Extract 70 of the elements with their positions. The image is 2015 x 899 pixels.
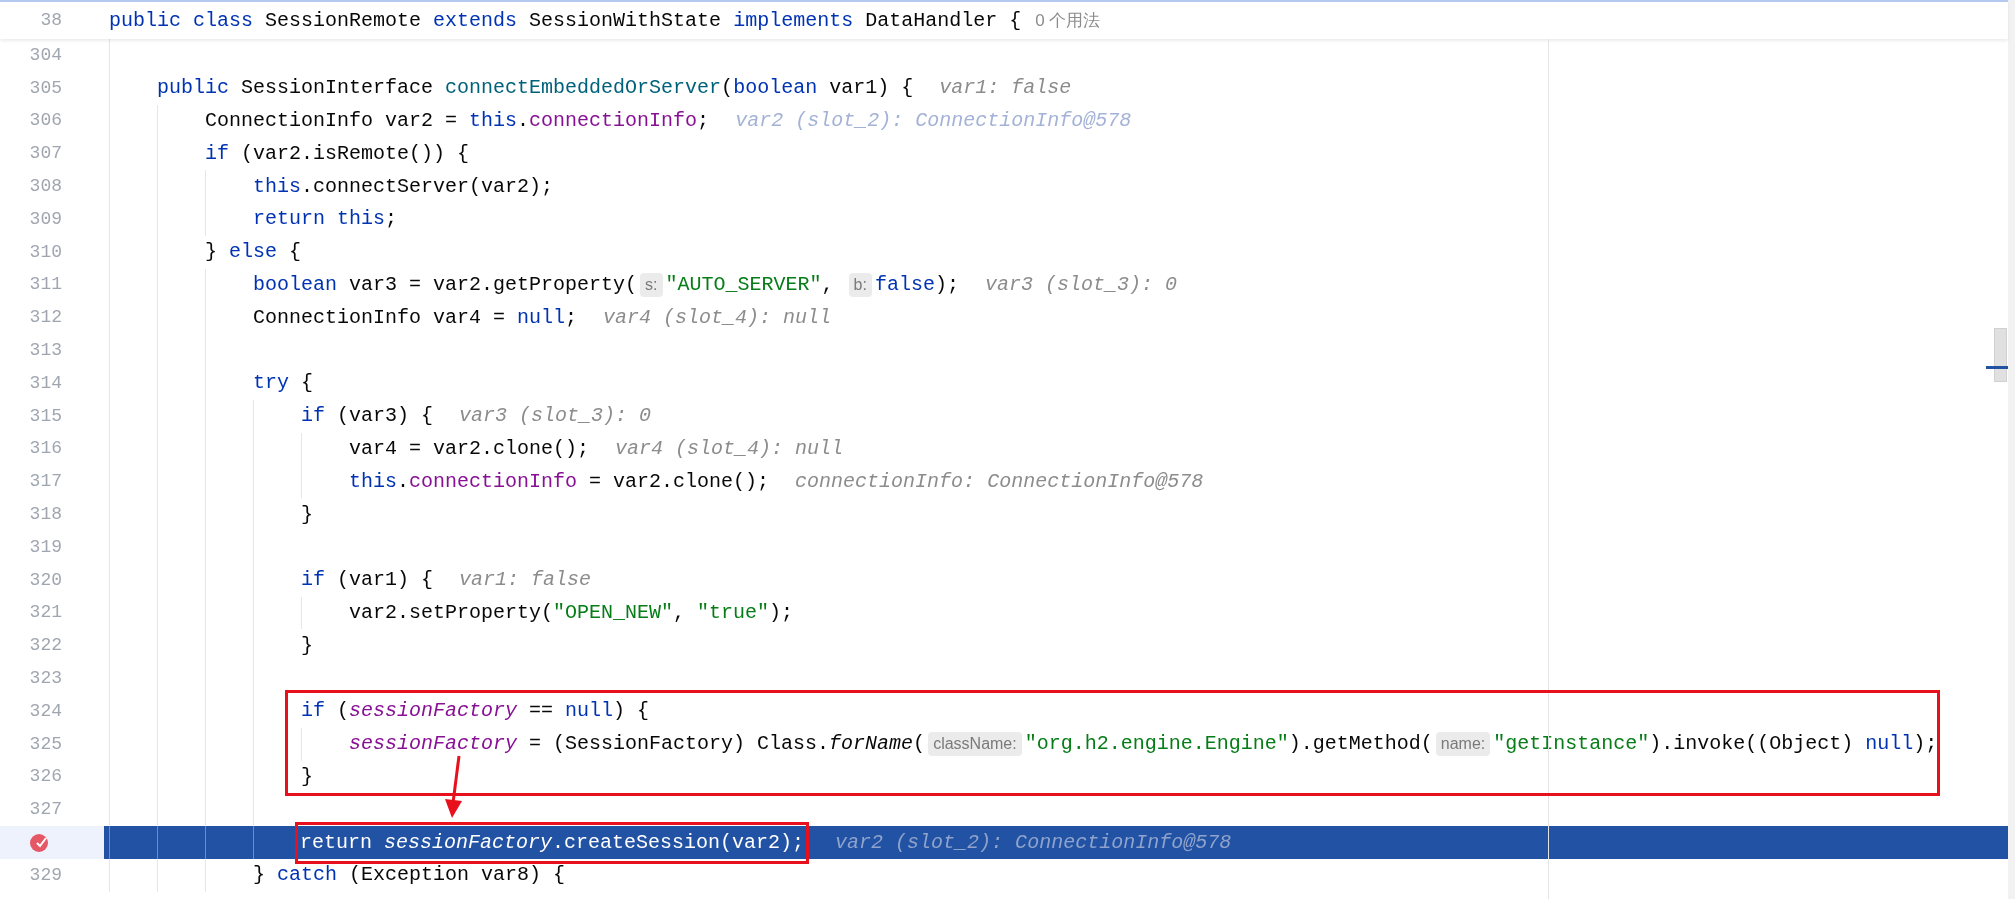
- inline-value-hint: var4 (slot_4): null: [603, 304, 832, 331]
- code-text: "getInstance").invoke((Object) null);: [1493, 731, 1938, 758]
- code-text: this.connectServer(var2);: [253, 173, 554, 200]
- code-text: if (sessionFactory == null) {: [301, 698, 650, 725]
- code-text: false);: [874, 271, 959, 298]
- line-number: 329: [29, 863, 62, 887]
- code-text: return sessionFactory.createSession(var2);: [300, 830, 805, 854]
- code-text: if (var2.isRemote()) {: [205, 140, 470, 167]
- code-text: if (var1) {: [301, 567, 434, 594]
- inline-value-hint: var1: false: [939, 75, 1072, 102]
- line-number: 316: [29, 437, 62, 461]
- line-number: 319: [29, 535, 62, 559]
- annotation-arrow: [443, 755, 465, 819]
- code-text: } catch (Exception var8) {: [253, 862, 566, 889]
- line-number: 318: [29, 503, 62, 527]
- code-text: }: [301, 763, 313, 790]
- line-number: 317: [29, 470, 62, 494]
- code-text: }: [301, 632, 313, 659]
- code-text: public class SessionRemote extends SessionWithState implements DataHandler {: [108, 7, 1022, 34]
- code-text: ConnectionInfo var4 = null;: [253, 304, 578, 331]
- breakpoint-icon[interactable]: [29, 833, 49, 854]
- line-number: 327: [29, 798, 62, 822]
- code-text: public SessionInterface connectEmbeddedOrServer(boolean var1) {: [157, 75, 914, 102]
- code-text: } else {: [205, 239, 302, 266]
- line-number: 306: [29, 109, 62, 133]
- line-number: 304: [29, 43, 62, 67]
- line-number: 322: [29, 634, 62, 658]
- usages-hint[interactable]: 0 个用法: [1035, 7, 1101, 34]
- inline-value-hint: connectionInfo: ConnectionInfo@578: [795, 468, 1204, 495]
- inline-value-hint: var1: false: [459, 567, 592, 594]
- inline-value-hint: var2 (slot_2): ConnectionInfo@578: [835, 829, 1232, 856]
- parameter-hint: className:: [928, 732, 1022, 757]
- inline-value-hint: var2 (slot_2): ConnectionInfo@578: [735, 108, 1132, 134]
- inline-value-hint: var3 (slot_3): 0: [984, 271, 1177, 298]
- code-text: return this;: [253, 206, 398, 233]
- line-number: 305: [29, 76, 62, 100]
- code-text: "AUTO_SERVER",: [665, 271, 835, 298]
- code-text: "org.h2.engine.Engine").getMethod(: [1024, 731, 1433, 758]
- line-number: 321: [29, 601, 62, 625]
- line-number: 311: [29, 273, 62, 297]
- code-text: var2.setProperty("OPEN_NEW", "true");: [349, 599, 794, 626]
- line-number: 326: [29, 765, 62, 789]
- line-number: 325: [29, 732, 62, 756]
- inline-value-hint: var4 (slot_4): null: [615, 435, 844, 462]
- code-text: ConnectionInfo var2 = this.connectionInfo;: [205, 108, 710, 134]
- scroll-marker: [1986, 366, 2008, 369]
- parameter-hint: b:: [848, 272, 872, 297]
- line-number: 313: [29, 339, 62, 363]
- line-number: 320: [29, 568, 62, 592]
- code-text: if (var3) {: [301, 403, 434, 430]
- line-number: 309: [29, 207, 62, 231]
- code-text: boolean var3 = var2.getProperty(: [253, 271, 638, 298]
- line-number: 324: [29, 699, 62, 723]
- code-text: }: [301, 501, 313, 528]
- inline-value-hint: var3 (slot_3): 0: [459, 403, 652, 430]
- code-text: var4 = var2.clone();: [349, 435, 590, 462]
- line-number: 312: [29, 306, 62, 330]
- parameter-hint: name:: [1435, 732, 1491, 757]
- line-number: 315: [29, 404, 62, 428]
- line-number: 323: [29, 667, 62, 691]
- code-text: this.connectionInfo = var2.clone();: [349, 468, 770, 495]
- parameter-hint: s:: [640, 272, 663, 297]
- code-text: sessionFactory = (SessionFactory) Class.forName(: [349, 731, 926, 758]
- scrollbar-thumb[interactable]: [1994, 328, 2007, 382]
- code-text: try {: [253, 370, 314, 397]
- line-number: 310: [29, 240, 62, 264]
- line-number: 308: [29, 175, 62, 199]
- line-number: 38: [40, 9, 62, 32]
- line-number: 314: [29, 371, 62, 395]
- line-number: 307: [29, 142, 62, 166]
